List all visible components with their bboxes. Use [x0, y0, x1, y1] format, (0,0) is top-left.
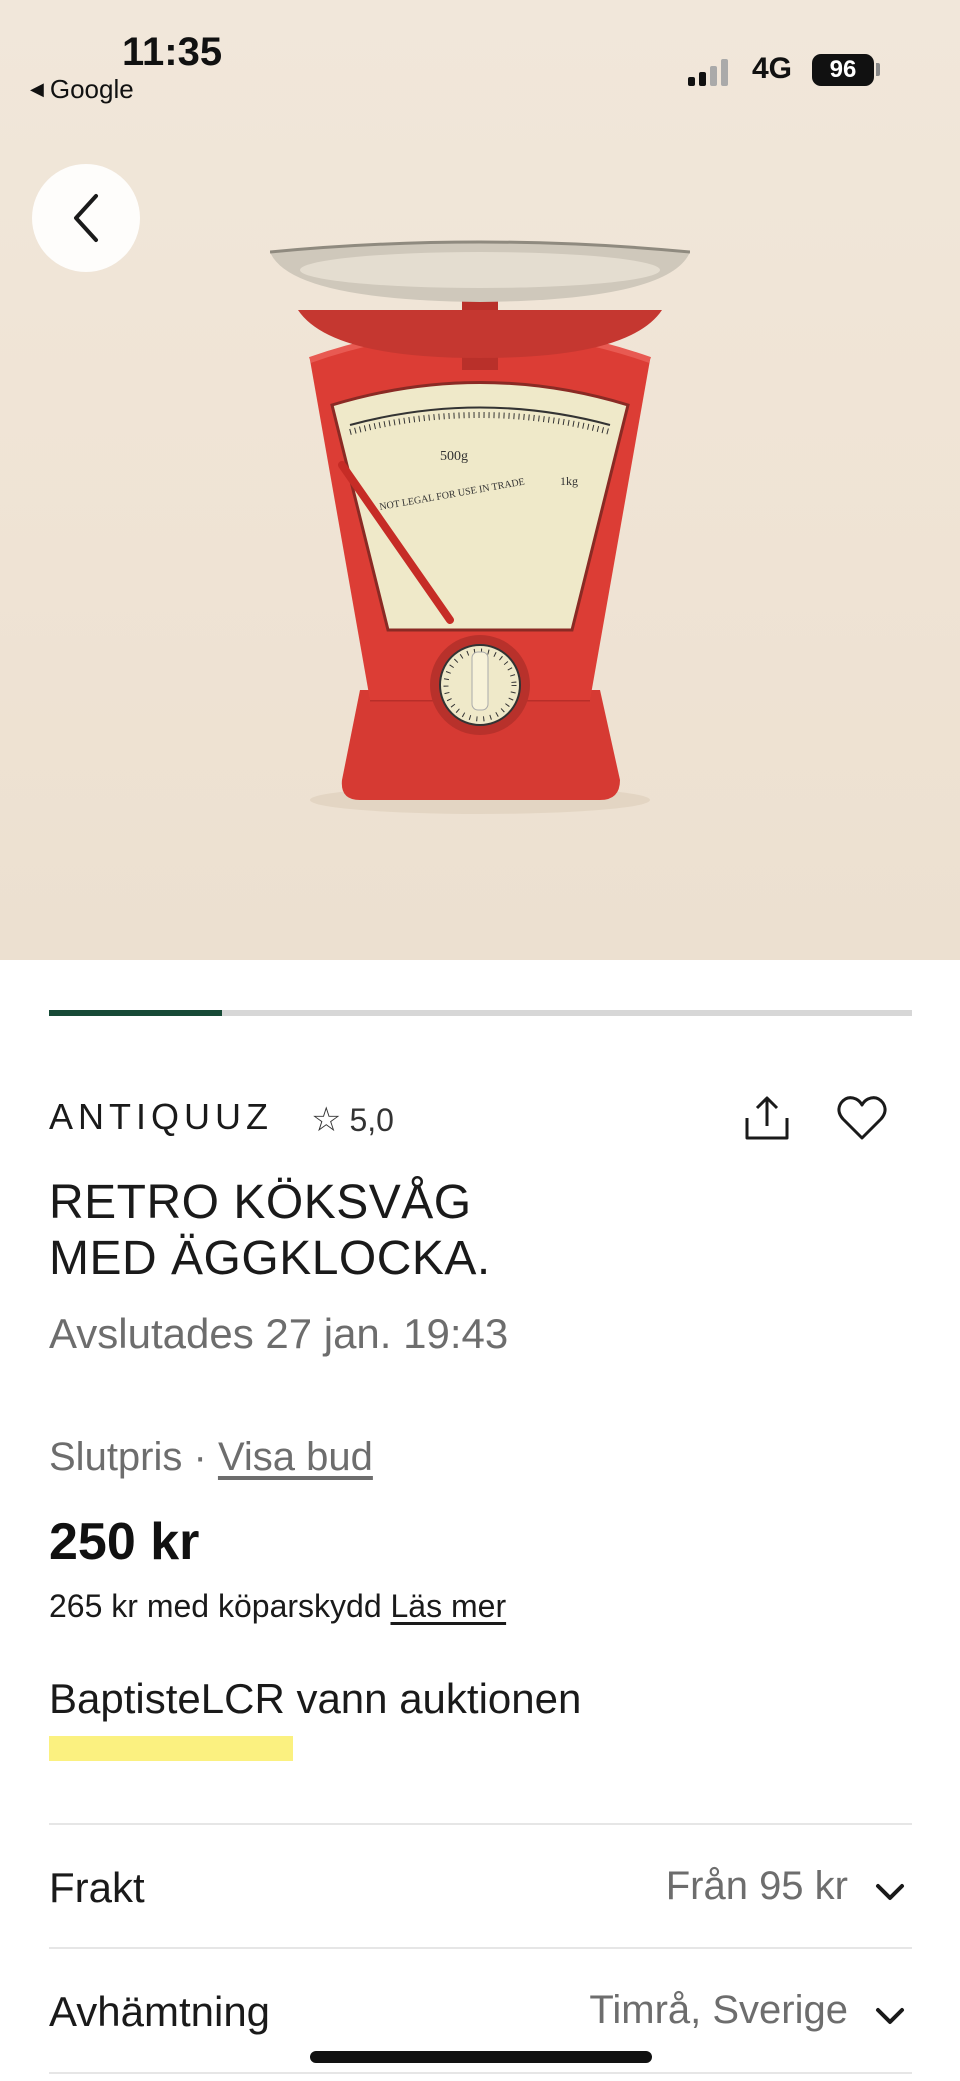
winner-highlight: [49, 1736, 293, 1761]
favorite-button[interactable]: [834, 1090, 890, 1146]
shipping-label: Frakt: [49, 1864, 145, 1911]
final-price-label: Slutpris: [49, 1435, 183, 1479]
seller-rating: ☆ 5,0: [311, 1100, 394, 1140]
price-separator: ·: [182, 1435, 218, 1479]
home-indicator[interactable]: [310, 2051, 652, 2063]
shipping-row[interactable]: Frakt Från 95 kr: [49, 1826, 912, 1946]
show-bids-link[interactable]: Visa bud: [218, 1435, 373, 1479]
kitchen-scale-illustration: 500g 1kg NOT LEGAL FOR USE IN TRADE: [270, 240, 690, 814]
rating-value: 5,0: [349, 1101, 394, 1138]
share-icon: [745, 1096, 789, 1140]
chevron-down-icon: [876, 1884, 904, 1900]
divider: [49, 2072, 912, 2074]
back-triangle-icon: ◀: [30, 79, 44, 99]
battery-level: 96: [829, 56, 857, 83]
auction-end-time: Avslutades 27 jan. 19:43: [49, 1310, 509, 1357]
shipping-value: Från 95 kr: [665, 1864, 848, 1908]
status-time: 11:35: [122, 30, 223, 74]
listing-title-line1: RETRO KÖKSVÅG: [49, 1176, 472, 1229]
network-label: 4G: [752, 52, 793, 85]
share-button[interactable]: [739, 1090, 795, 1146]
back-button[interactable]: [32, 164, 140, 272]
status-bar: 11:35 ◀ Google 4G 96: [0, 0, 960, 110]
pickup-value: Timrå, Sverige: [589, 1988, 848, 2032]
chevron-left-icon: [74, 194, 98, 242]
divider: [49, 1823, 912, 1825]
buyer-protection-row: 265 kr med köparskydd Läs mer: [49, 1588, 506, 1625]
svg-text:1kg: 1kg: [560, 474, 578, 488]
listing-title-line2: MED ÄGGKLOCKA.: [49, 1232, 491, 1285]
divider: [49, 1947, 912, 1949]
auction-winner: BaptisteLCR vann auktionen: [49, 1675, 582, 1722]
buyer-protection-price: 265 kr med köparskydd: [49, 1588, 382, 1624]
read-more-link[interactable]: Läs mer: [391, 1588, 507, 1624]
seller-name[interactable]: ANTIQUUZ: [49, 1096, 273, 1138]
pickup-label: Avhämtning: [49, 1988, 271, 2035]
back-app-label: Google: [49, 74, 134, 104]
listing-title: RETRO KÖKSVÅG MED ÄGGKLOCKA.: [49, 1175, 909, 1287]
heart-outline-icon: [837, 1096, 887, 1140]
final-price: 250 kr: [49, 1513, 200, 1571]
seller-row: ANTIQUUZ ☆ 5,0: [49, 1090, 912, 1140]
price-label-row: Slutpris · Visa bud: [49, 1435, 373, 1480]
signal-icon: [688, 56, 728, 86]
chevron-down-icon: [876, 2008, 904, 2024]
gallery-progress-fill: [49, 1010, 222, 1016]
product-image[interactable]: 11:35 ◀ Google 4G 96 500g 1kg NOT LEGAL …: [0, 0, 960, 960]
back-to-app-link[interactable]: ◀ Google: [30, 74, 134, 105]
star-outline-icon: ☆: [311, 1101, 342, 1139]
gallery-progress: [49, 1010, 912, 1016]
svg-text:500g: 500g: [440, 449, 468, 464]
battery-icon: 96: [812, 54, 874, 86]
